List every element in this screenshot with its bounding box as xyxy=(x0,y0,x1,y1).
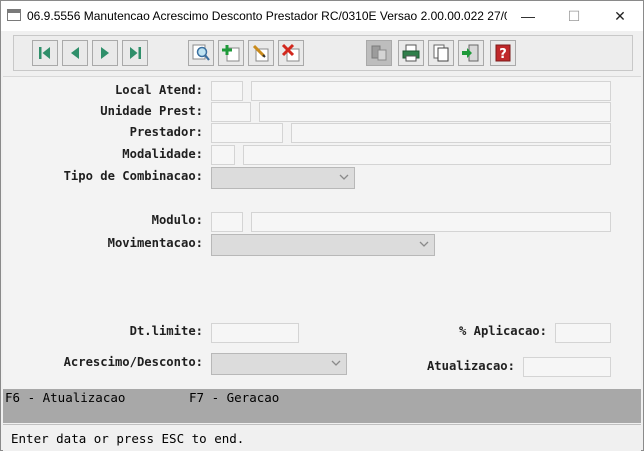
modulo-description-field xyxy=(251,212,611,232)
unidade-prest-label: Unidade Prest: xyxy=(100,104,203,118)
modalidade-code-field[interactable] xyxy=(211,145,235,165)
dt-limite-field[interactable] xyxy=(211,323,299,343)
chevron-down-icon xyxy=(331,360,341,366)
prestador-description-field xyxy=(291,123,611,143)
f6-atualizacao-key[interactable]: F6 - Atualizacao xyxy=(5,390,125,405)
add-button[interactable] xyxy=(218,40,244,66)
next-icon xyxy=(101,47,109,59)
modalidade-label: Modalidade: xyxy=(122,147,203,161)
close-button[interactable]: ✕ xyxy=(597,1,643,31)
atualizacao-label: Atualizacao: xyxy=(426,359,515,373)
svg-text:?: ? xyxy=(499,47,507,62)
toolbar: ? xyxy=(13,35,633,71)
last-record-button[interactable] xyxy=(122,40,148,66)
application-window: 06.9.5556 Manutencao Acrescimo Desconto … xyxy=(0,0,644,451)
status-bar: Enter data or press ESC to end. xyxy=(3,424,641,451)
prestador-label: Prestador: xyxy=(129,125,203,139)
delete-icon xyxy=(281,43,300,62)
chevron-down-icon xyxy=(339,174,349,180)
exit-icon xyxy=(462,44,479,62)
tipo-combinacao-label: Tipo de Combinacao: xyxy=(63,169,203,183)
previous-icon xyxy=(71,47,79,59)
local-atend-code-field[interactable] xyxy=(211,81,243,101)
delete-button[interactable] xyxy=(278,40,304,66)
window-title: 06.9.5556 Manutencao Acrescimo Desconto … xyxy=(27,9,507,23)
unidade-prest-description-field xyxy=(259,102,611,122)
local-atend-label: Local Atend: xyxy=(114,83,203,97)
copy-icon xyxy=(433,44,449,62)
unidade-prest-code-field[interactable] xyxy=(211,102,251,122)
printer-icon xyxy=(402,44,420,62)
modalidade-description-field xyxy=(243,145,611,165)
help-icon: ? xyxy=(495,44,511,62)
status-message: Enter data or press ESC to end. xyxy=(11,431,245,446)
previous-record-button[interactable] xyxy=(62,40,88,66)
modulo-code-field[interactable] xyxy=(211,212,243,232)
filter-icon xyxy=(371,45,387,61)
first-record-button[interactable] xyxy=(32,40,58,66)
acrescimo-desconto-label: Acrescimo/Desconto: xyxy=(63,355,203,369)
edit-icon xyxy=(252,44,269,62)
last-icon xyxy=(130,47,141,59)
atualizacao-field[interactable] xyxy=(523,357,611,377)
movimentacao-select[interactable] xyxy=(211,234,435,256)
aplicacao-label: % Aplicacao: xyxy=(458,324,547,338)
app-window-icon xyxy=(7,9,21,21)
acrescimo-desconto-select[interactable] xyxy=(211,353,347,375)
help-button[interactable]: ? xyxy=(490,40,516,66)
search-button[interactable] xyxy=(188,40,214,66)
copy-button[interactable] xyxy=(428,40,454,66)
local-atend-description-field xyxy=(251,81,611,101)
edit-button[interactable] xyxy=(248,40,274,66)
minimize-button[interactable]: — xyxy=(505,1,551,31)
next-record-button[interactable] xyxy=(92,40,118,66)
f7-geracao-key[interactable]: F7 - Geracao xyxy=(189,390,279,405)
first-icon xyxy=(39,47,50,59)
title-bar: 06.9.5556 Manutencao Acrescimo Desconto … xyxy=(1,1,643,31)
aplicacao-field[interactable] xyxy=(555,323,611,343)
print-button[interactable] xyxy=(398,40,424,66)
prestador-code-field[interactable] xyxy=(211,123,283,143)
exit-button[interactable] xyxy=(458,40,484,66)
toolbar-area: ? xyxy=(3,31,641,75)
form-panel: Local Atend: Unidade Prest: Prestador: M… xyxy=(3,76,641,389)
movimentacao-label: Movimentacao: xyxy=(107,236,203,250)
dt-limite-label: Dt.limite: xyxy=(129,324,203,338)
chevron-down-icon xyxy=(419,241,429,247)
magnifier-icon xyxy=(192,44,210,61)
maximize-button[interactable]: ☐ xyxy=(551,1,597,31)
modulo-label: Modulo: xyxy=(151,213,203,227)
filter-button[interactable] xyxy=(366,40,392,66)
tipo-combinacao-select[interactable] xyxy=(211,167,355,189)
function-key-bar: F6 - Atualizacao F7 - Geracao xyxy=(3,389,641,423)
add-icon xyxy=(222,45,240,62)
